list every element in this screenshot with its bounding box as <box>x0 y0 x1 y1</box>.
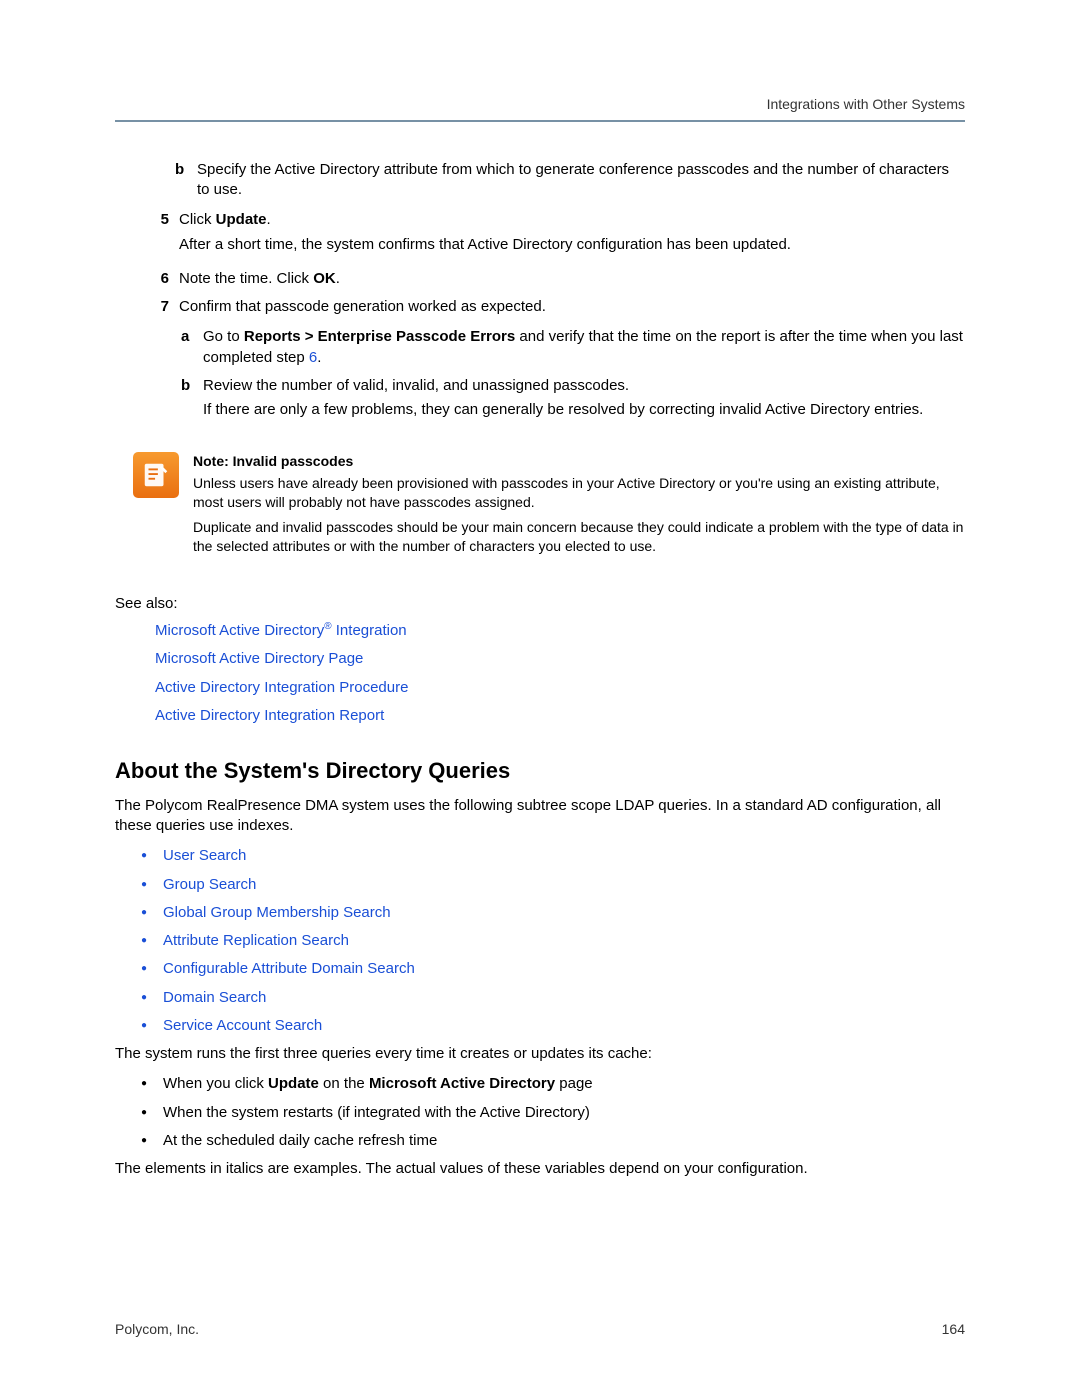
page-header: Integrations with Other Systems <box>115 95 965 122</box>
step-7a: a Go to Reports > Enterprise Passcode Er… <box>179 327 965 368</box>
step-6-post: . <box>336 270 340 287</box>
link-ad-procedure[interactable]: Active Directory Integration Procedure <box>155 678 965 698</box>
s7b-after: If there are only a few problems, they c… <box>203 400 965 420</box>
link-ad-integration[interactable]: Microsoft Active Directory® Integration <box>155 620 965 641</box>
s7a-post: . <box>317 349 321 366</box>
note-p2: Duplicate and invalid passcodes should b… <box>193 518 965 556</box>
footer-page-number: 164 <box>942 1320 965 1339</box>
see-also-label: See also: <box>115 594 965 614</box>
step-5: Click Update. After a short time, the sy… <box>179 210 965 265</box>
steps-block: b Specify the Active Directory attribute… <box>115 160 965 435</box>
step-marker-5: 5 <box>147 210 179 265</box>
link-ggm-search[interactable]: Global Group Membership Search <box>163 903 965 923</box>
note-p1: Unless users have already been provision… <box>193 474 965 512</box>
note-callout: Note: Invalid passcodes Unless users hav… <box>115 452 965 555</box>
link-ad-page[interactable]: Microsoft Active Directory Page <box>155 649 965 669</box>
runs-intro: The system runs the first three queries … <box>115 1044 965 1064</box>
footer-company: Polycom, Inc. <box>115 1320 199 1339</box>
run-item-1: When you click Update on the Microsoft A… <box>163 1074 965 1094</box>
step-6-pre: Note the time. Click <box>179 270 313 287</box>
step-6-bold: OK <box>313 270 336 287</box>
step-7: Confirm that passcode generation worked … <box>179 297 965 434</box>
r1-mid: on the <box>319 1075 369 1092</box>
s7a-bold: Reports > Enterprise Passcode Errors <box>244 328 515 345</box>
page-footer: Polycom, Inc. 164 <box>115 1320 965 1339</box>
step-marker-7a: a <box>179 327 203 368</box>
step-4b: b Specify the Active Directory attribute… <box>173 160 965 201</box>
document-page: Integrations with Other Systems b Specif… <box>0 0 1080 1397</box>
r1-b2: Microsoft Active Directory <box>369 1075 555 1092</box>
link-svc-acct-search[interactable]: Service Account Search <box>163 1016 965 1036</box>
link-domain-search[interactable]: Domain Search <box>163 988 965 1008</box>
step-marker-b: b <box>173 160 197 201</box>
step-5-pre: Click <box>179 211 216 228</box>
step-6-link[interactable]: 6 <box>309 349 317 366</box>
note-title: Note: Invalid passcodes <box>193 452 965 471</box>
link-conf-attr-search[interactable]: Configurable Attribute Domain Search <box>163 959 965 979</box>
s7b-text: Review the number of valid, invalid, and… <box>203 377 629 394</box>
runs-list: When you click Update on the Microsoft A… <box>115 1074 965 1151</box>
section-intro: The Polycom RealPresence DMA system uses… <box>115 796 965 837</box>
link-user-search[interactable]: User Search <box>163 846 965 866</box>
step-6: Note the time. Click OK. <box>179 269 965 289</box>
step-5-bold: Update <box>216 211 267 228</box>
link-group-search[interactable]: Group Search <box>163 875 965 895</box>
r1-pre: When you click <box>163 1075 268 1092</box>
step-7b-body: Review the number of valid, invalid, and… <box>203 376 965 431</box>
step-text: Specify the Active Directory attribute f… <box>197 160 965 201</box>
r1-post: page <box>555 1075 593 1092</box>
r1-b1: Update <box>268 1075 319 1092</box>
link-ad-report[interactable]: Active Directory Integration Report <box>155 706 965 726</box>
run-item-3: At the scheduled daily cache refresh tim… <box>163 1131 965 1151</box>
step-7a-body: Go to Reports > Enterprise Passcode Erro… <box>203 327 965 368</box>
section-heading: About the System's Directory Queries <box>115 756 965 786</box>
step-5-after: After a short time, the system confirms … <box>179 235 965 255</box>
step-marker-7: 7 <box>147 297 179 434</box>
step-marker-7b: b <box>179 376 203 431</box>
step-marker-6: 6 <box>147 269 179 289</box>
step-7-text: Confirm that passcode generation worked … <box>179 298 546 315</box>
s7a-pre: Go to <box>203 328 244 345</box>
see-also-links: Microsoft Active Directory® Integration … <box>115 620 965 726</box>
note-icon <box>133 452 179 498</box>
closing-text: The elements in italics are examples. Th… <box>115 1159 965 1179</box>
link-attr-repl-search[interactable]: Attribute Replication Search <box>163 931 965 951</box>
step-5-post: . <box>267 211 271 228</box>
note-body: Note: Invalid passcodes Unless users hav… <box>193 452 965 555</box>
run-item-2: When the system restarts (if integrated … <box>163 1103 965 1123</box>
l1-post: Integration <box>332 622 407 639</box>
query-list: User Search Group Search Global Group Me… <box>115 846 965 1036</box>
step-7b: b Review the number of valid, invalid, a… <box>179 376 965 431</box>
registered-icon: ® <box>324 621 331 632</box>
l1-pre: Microsoft Active Directory <box>155 622 324 639</box>
